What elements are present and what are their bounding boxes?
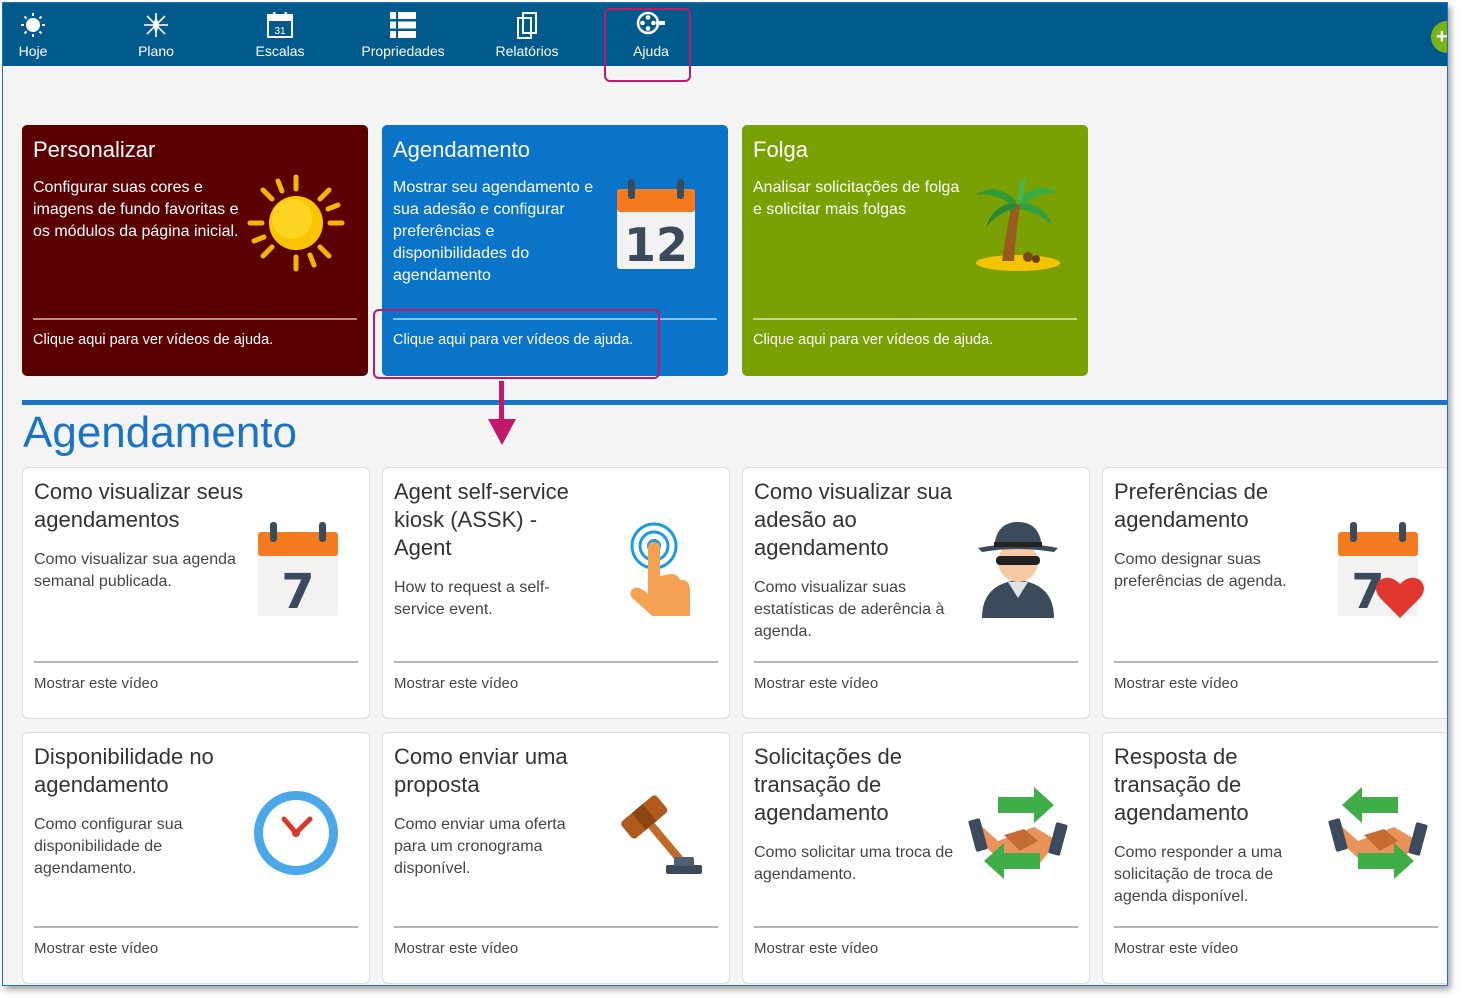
nav-label: Relatórios <box>495 43 559 59</box>
tile-title: Personalizar <box>33 137 156 162</box>
top-nav: Hoje Plano 31 Escalas Propriedades Relat… <box>3 3 1447 66</box>
card-divider <box>754 661 1078 663</box>
calendar-icon: 7 <box>248 518 348 620</box>
section-title: Agendamento <box>23 408 297 457</box>
section-divider <box>22 400 1447 405</box>
tile-description: Mostrar seu agendamento e sua adesão e c… <box>393 179 594 284</box>
card-divider <box>1114 661 1438 663</box>
tile-folga[interactable]: Folga Analisar solicitações de folga e s… <box>742 125 1088 376</box>
card-title: Resposta de transação de agendamento <box>1114 744 1249 825</box>
tile-title: Folga <box>753 137 809 162</box>
card-title: Agent self-service kiosk (ASSK) - Agent <box>394 479 569 560</box>
card-description: Como enviar uma oferta para um cronogram… <box>394 816 566 877</box>
tile-personalizar[interactable]: Personalizar Configurar suas cores e ima… <box>22 125 368 376</box>
card-divider <box>394 661 718 663</box>
touch-hand-icon <box>608 518 708 618</box>
video-card[interactable]: Disponibilidade no agendamento Como conf… <box>22 732 370 984</box>
calendar-heart-icon: 7 <box>1328 518 1428 620</box>
video-card[interactable]: Agent self-service kiosk (ASSK) - Agent … <box>382 467 730 719</box>
card-title: Como visualizar sua adesão ao agendament… <box>754 479 953 560</box>
calendar-day: 31 <box>274 26 286 37</box>
add-button[interactable]: +- <box>1431 21 1447 53</box>
card-divider <box>34 926 358 928</box>
card-title: Disponibilidade no agendamento <box>34 744 214 797</box>
calendar-icon: 12 <box>606 173 706 273</box>
card-description: Como designar suas preferências de agend… <box>1114 551 1287 590</box>
show-video-link[interactable]: Mostrar este vídeo <box>394 940 518 957</box>
card-description: Como responder a uma solicitação de troc… <box>1114 844 1283 905</box>
nav-label: Hoje <box>18 43 48 59</box>
card-divider <box>34 661 358 663</box>
card-divider <box>394 926 718 928</box>
ajuda-highlight <box>604 8 691 82</box>
video-card[interactable]: Como visualizar sua adesão ao agendament… <box>742 467 1090 719</box>
video-card[interactable]: Resposta de transação de agendamento Com… <box>1102 732 1447 984</box>
calendar-day: 12 <box>624 218 688 272</box>
list-icon <box>388 10 418 40</box>
calendar-day: 7 <box>281 564 314 618</box>
card-description: Como solicitar uma troca de agendamento. <box>754 844 954 883</box>
tile-description: Analisar solicitações de folga e solicit… <box>753 179 960 218</box>
card-description: Como visualizar sua agenda semanal publi… <box>34 551 236 590</box>
nav-item-propriedades[interactable]: Propriedades <box>348 3 458 66</box>
card-title: Solicitações de transação de agendamento <box>754 744 902 825</box>
show-video-link[interactable]: Mostrar este vídeo <box>34 940 158 957</box>
reports-icon <box>512 10 542 40</box>
nav-label: Escalas <box>255 43 305 59</box>
card-divider <box>754 926 1078 928</box>
card-title: Como visualizar seus agendamentos <box>34 479 244 532</box>
tile-help-link[interactable]: Clique aqui para ver vídeos de ajuda. <box>753 332 993 348</box>
gavel-icon <box>608 783 708 883</box>
help-link-highlight <box>373 309 660 379</box>
compass-icon <box>141 10 171 40</box>
video-card[interactable]: Solicitações de transação de agendamento… <box>742 732 1090 984</box>
video-card[interactable]: Preferências de agendamento Como designa… <box>1102 467 1447 719</box>
spy-icon <box>968 518 1068 618</box>
show-video-link[interactable]: Mostrar este vídeo <box>1114 940 1238 957</box>
show-video-link[interactable]: Mostrar este vídeo <box>34 675 158 692</box>
card-title: Preferências de agendamento <box>1114 479 1269 532</box>
sun-icon <box>18 10 48 40</box>
card-description: How to request a self-service event. <box>394 579 550 618</box>
card-description: Como configurar sua disponibilidade de a… <box>34 816 183 877</box>
card-divider <box>1114 926 1438 928</box>
nav-item-plano[interactable]: Plano <box>101 3 211 66</box>
show-video-link[interactable]: Mostrar este vídeo <box>754 675 878 692</box>
nav-label: Plano <box>138 43 174 59</box>
tile-divider <box>753 318 1077 320</box>
arrow-down-icon <box>499 381 504 423</box>
handshake-arrows-icon <box>1328 783 1428 883</box>
card-title: Como enviar uma proposta <box>394 744 568 797</box>
app-window: Hoje Plano 31 Escalas Propriedades Relat… <box>2 2 1448 986</box>
handshake-arrows-icon <box>968 783 1068 883</box>
tile-description: Configurar suas cores e imagens de fundo… <box>33 179 239 240</box>
arrow-head-icon <box>488 419 516 445</box>
palm-tree-icon <box>966 173 1066 273</box>
clock-icon <box>248 783 348 883</box>
tile-help-link[interactable]: Clique aqui para ver vídeos de ajuda. <box>33 332 273 348</box>
calendar-icon: 31 <box>265 10 295 40</box>
show-video-link[interactable]: Mostrar este vídeo <box>1114 675 1238 692</box>
show-video-link[interactable]: Mostrar este vídeo <box>394 675 518 692</box>
nav-item-relatorios[interactable]: Relatórios <box>472 3 582 66</box>
sun-icon <box>246 173 346 273</box>
video-card[interactable]: Como enviar uma proposta Como enviar uma… <box>382 732 730 984</box>
nav-item-hoje[interactable]: Hoje <box>3 3 88 66</box>
card-description: Como visualizar suas estatísticas de ade… <box>754 579 945 640</box>
tile-title: Agendamento <box>393 137 530 162</box>
show-video-link[interactable]: Mostrar este vídeo <box>754 940 878 957</box>
video-card[interactable]: Como visualizar seus agendamentos Como v… <box>22 467 370 719</box>
nav-label: Propriedades <box>361 43 445 59</box>
nav-item-escalas[interactable]: 31 Escalas <box>225 3 335 66</box>
tile-divider <box>33 318 357 320</box>
